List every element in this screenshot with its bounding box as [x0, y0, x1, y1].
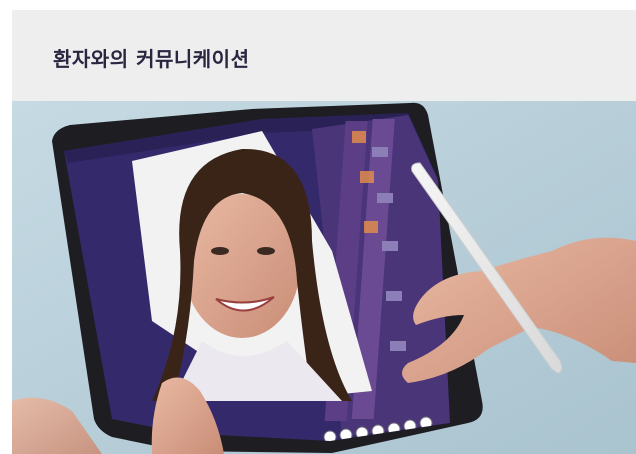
tablet-illustration [12, 101, 636, 454]
card-header: 환자와의 커뮤니케이션 [12, 10, 636, 101]
content-card: 환자와의 커뮤니케이션 [12, 10, 636, 454]
tablet-photo [12, 101, 636, 454]
page-title: 환자와의 커뮤니케이션 [53, 47, 250, 71]
